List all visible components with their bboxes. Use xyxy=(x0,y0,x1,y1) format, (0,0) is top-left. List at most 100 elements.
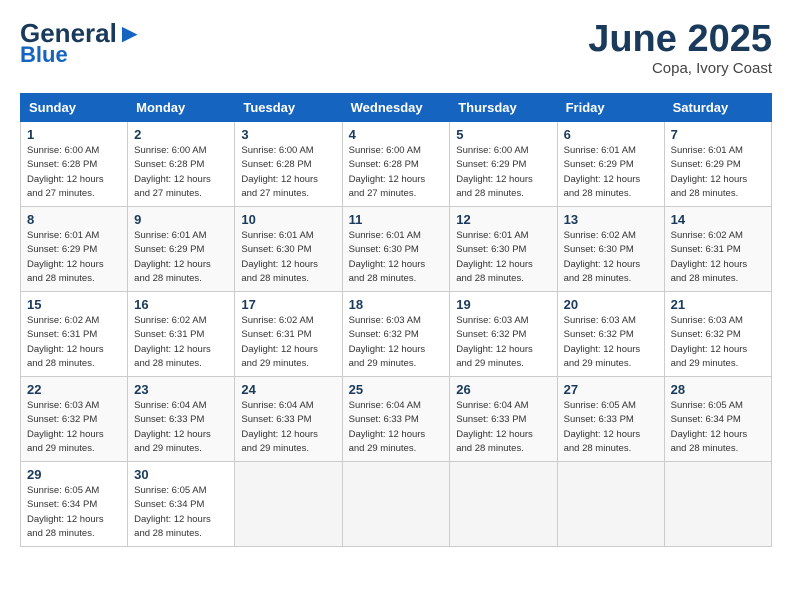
daylight-hours: Daylight: 12 hours and 28 minutes. xyxy=(456,174,533,199)
sunrise-time: Sunrise: 6:02 AM xyxy=(134,315,206,326)
day-number: 18 xyxy=(349,297,444,312)
calendar-row-3: 15 Sunrise: 6:02 AM Sunset: 6:31 PM Dayl… xyxy=(21,292,772,377)
sunrise-time: Sunrise: 6:01 AM xyxy=(671,145,743,156)
sunrise-time: Sunrise: 6:03 AM xyxy=(27,400,99,411)
day-info: Sunrise: 6:05 AM Sunset: 6:34 PM Dayligh… xyxy=(27,484,121,541)
day-info: Sunrise: 6:03 AM Sunset: 6:32 PM Dayligh… xyxy=(349,314,444,371)
day-number: 20 xyxy=(564,297,658,312)
day-info: Sunrise: 6:03 AM Sunset: 6:32 PM Dayligh… xyxy=(564,314,658,371)
day-number: 1 xyxy=(27,127,121,142)
sunset-time: Sunset: 6:30 PM xyxy=(564,244,634,255)
sunrise-time: Sunrise: 6:05 AM xyxy=(27,485,99,496)
sunset-time: Sunset: 6:28 PM xyxy=(134,159,204,170)
sunset-time: Sunset: 6:29 PM xyxy=(564,159,634,170)
day-info: Sunrise: 6:01 AM Sunset: 6:29 PM Dayligh… xyxy=(134,229,228,286)
day-info: Sunrise: 6:04 AM Sunset: 6:33 PM Dayligh… xyxy=(456,399,550,456)
day-info: Sunrise: 6:01 AM Sunset: 6:30 PM Dayligh… xyxy=(349,229,444,286)
daylight-hours: Daylight: 12 hours and 28 minutes. xyxy=(456,259,533,284)
daylight-hours: Daylight: 12 hours and 29 minutes. xyxy=(241,344,318,369)
table-row: 29 Sunrise: 6:05 AM Sunset: 6:34 PM Dayl… xyxy=(21,462,128,547)
daylight-hours: Daylight: 12 hours and 27 minutes. xyxy=(241,174,318,199)
day-number: 22 xyxy=(27,382,121,397)
daylight-hours: Daylight: 12 hours and 28 minutes. xyxy=(134,259,211,284)
day-number: 2 xyxy=(134,127,228,142)
day-number: 24 xyxy=(241,382,335,397)
sunset-time: Sunset: 6:32 PM xyxy=(27,414,97,425)
sunset-time: Sunset: 6:33 PM xyxy=(564,414,634,425)
sunset-time: Sunset: 6:34 PM xyxy=(27,499,97,510)
day-info: Sunrise: 6:03 AM Sunset: 6:32 PM Dayligh… xyxy=(27,399,121,456)
day-info: Sunrise: 6:00 AM Sunset: 6:28 PM Dayligh… xyxy=(241,144,335,201)
sunrise-time: Sunrise: 6:01 AM xyxy=(27,230,99,241)
sunrise-time: Sunrise: 6:00 AM xyxy=(134,145,206,156)
page-header: General► Blue June 2025 Copa, Ivory Coas… xyxy=(20,20,772,77)
day-info: Sunrise: 6:00 AM Sunset: 6:28 PM Dayligh… xyxy=(27,144,121,201)
table-row: 12 Sunrise: 6:01 AM Sunset: 6:30 PM Dayl… xyxy=(450,207,557,292)
location-label: Copa, Ivory Coast xyxy=(588,60,772,77)
sunset-time: Sunset: 6:31 PM xyxy=(671,244,741,255)
day-info: Sunrise: 6:02 AM Sunset: 6:31 PM Dayligh… xyxy=(241,314,335,371)
day-number: 25 xyxy=(349,382,444,397)
daylight-hours: Daylight: 12 hours and 29 minutes. xyxy=(456,344,533,369)
day-number: 14 xyxy=(671,212,765,227)
sunset-time: Sunset: 6:29 PM xyxy=(27,244,97,255)
day-number: 29 xyxy=(27,467,121,482)
sunrise-time: Sunrise: 6:03 AM xyxy=(456,315,528,326)
sunrise-time: Sunrise: 6:03 AM xyxy=(564,315,636,326)
calendar-title-area: June 2025 Copa, Ivory Coast xyxy=(588,20,772,77)
table-row: 3 Sunrise: 6:00 AM Sunset: 6:28 PM Dayli… xyxy=(235,122,342,207)
day-number: 26 xyxy=(456,382,550,397)
day-info: Sunrise: 6:01 AM Sunset: 6:30 PM Dayligh… xyxy=(241,229,335,286)
sunrise-time: Sunrise: 6:04 AM xyxy=(134,400,206,411)
table-row xyxy=(557,462,664,547)
day-info: Sunrise: 6:05 AM Sunset: 6:34 PM Dayligh… xyxy=(671,399,765,456)
table-row: 22 Sunrise: 6:03 AM Sunset: 6:32 PM Dayl… xyxy=(21,377,128,462)
daylight-hours: Daylight: 12 hours and 28 minutes. xyxy=(349,259,426,284)
sunrise-time: Sunrise: 6:02 AM xyxy=(671,230,743,241)
day-info: Sunrise: 6:02 AM Sunset: 6:31 PM Dayligh… xyxy=(27,314,121,371)
table-row: 17 Sunrise: 6:02 AM Sunset: 6:31 PM Dayl… xyxy=(235,292,342,377)
sunset-time: Sunset: 6:34 PM xyxy=(134,499,204,510)
sunset-time: Sunset: 6:31 PM xyxy=(134,329,204,340)
table-row: 5 Sunrise: 6:00 AM Sunset: 6:29 PM Dayli… xyxy=(450,122,557,207)
month-title: June 2025 xyxy=(588,20,772,58)
day-number: 28 xyxy=(671,382,765,397)
table-row: 4 Sunrise: 6:00 AM Sunset: 6:28 PM Dayli… xyxy=(342,122,450,207)
table-row: 23 Sunrise: 6:04 AM Sunset: 6:33 PM Dayl… xyxy=(128,377,235,462)
day-number: 21 xyxy=(671,297,765,312)
day-number: 15 xyxy=(27,297,121,312)
sunset-time: Sunset: 6:31 PM xyxy=(241,329,311,340)
daylight-hours: Daylight: 12 hours and 28 minutes. xyxy=(27,344,104,369)
sunset-time: Sunset: 6:30 PM xyxy=(241,244,311,255)
daylight-hours: Daylight: 12 hours and 28 minutes. xyxy=(456,429,533,454)
col-wednesday: Wednesday xyxy=(342,94,450,122)
table-row: 21 Sunrise: 6:03 AM Sunset: 6:32 PM Dayl… xyxy=(664,292,771,377)
sunset-time: Sunset: 6:34 PM xyxy=(671,414,741,425)
day-info: Sunrise: 6:05 AM Sunset: 6:33 PM Dayligh… xyxy=(564,399,658,456)
logo-text-blue: Blue xyxy=(20,44,68,66)
sunset-time: Sunset: 6:32 PM xyxy=(671,329,741,340)
sunset-time: Sunset: 6:29 PM xyxy=(456,159,526,170)
day-info: Sunrise: 6:04 AM Sunset: 6:33 PM Dayligh… xyxy=(241,399,335,456)
daylight-hours: Daylight: 12 hours and 28 minutes. xyxy=(134,344,211,369)
day-info: Sunrise: 6:02 AM Sunset: 6:31 PM Dayligh… xyxy=(134,314,228,371)
sunset-time: Sunset: 6:31 PM xyxy=(27,329,97,340)
day-info: Sunrise: 6:01 AM Sunset: 6:30 PM Dayligh… xyxy=(456,229,550,286)
daylight-hours: Daylight: 12 hours and 29 minutes. xyxy=(349,429,426,454)
sunset-time: Sunset: 6:28 PM xyxy=(349,159,419,170)
calendar-row-1: 1 Sunrise: 6:00 AM Sunset: 6:28 PM Dayli… xyxy=(21,122,772,207)
daylight-hours: Daylight: 12 hours and 29 minutes. xyxy=(27,429,104,454)
sunrise-time: Sunrise: 6:01 AM xyxy=(349,230,421,241)
table-row xyxy=(235,462,342,547)
table-row: 26 Sunrise: 6:04 AM Sunset: 6:33 PM Dayl… xyxy=(450,377,557,462)
day-number: 23 xyxy=(134,382,228,397)
sunrise-time: Sunrise: 6:01 AM xyxy=(564,145,636,156)
col-saturday: Saturday xyxy=(664,94,771,122)
sunrise-time: Sunrise: 6:01 AM xyxy=(134,230,206,241)
day-number: 12 xyxy=(456,212,550,227)
table-row: 30 Sunrise: 6:05 AM Sunset: 6:34 PM Dayl… xyxy=(128,462,235,547)
sunrise-time: Sunrise: 6:05 AM xyxy=(564,400,636,411)
table-row: 8 Sunrise: 6:01 AM Sunset: 6:29 PM Dayli… xyxy=(21,207,128,292)
day-info: Sunrise: 6:01 AM Sunset: 6:29 PM Dayligh… xyxy=(564,144,658,201)
sunset-time: Sunset: 6:33 PM xyxy=(456,414,526,425)
